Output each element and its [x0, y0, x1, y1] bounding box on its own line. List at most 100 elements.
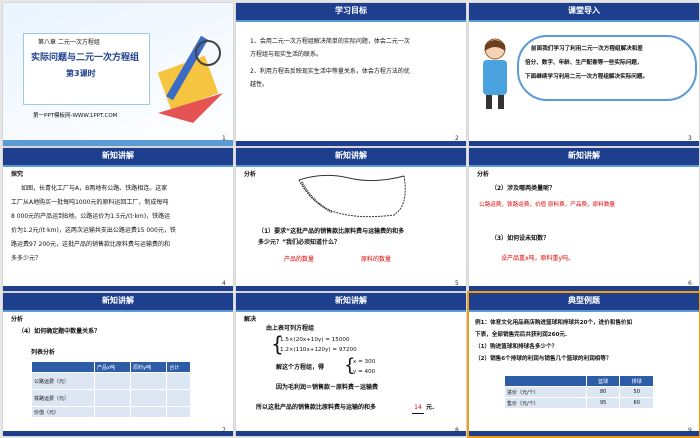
goal-1-line-2: 方程组与现实生活的联系。	[250, 51, 323, 58]
problem-line-2: 工厂从A地购买一批每吨1000元的原料运回工厂，制成每吨	[11, 199, 169, 206]
chapter-label: 第八章 二元一次方程组	[38, 39, 100, 46]
slide-1-thumbnail[interactable]: 第八章 二元一次方程组 实际问题与二元一次方程组 第3课时 第一PPT模板网-W…	[3, 3, 233, 146]
slide-4-thumbnail[interactable]: 新知讲解 探究 如图，长青化工厂与A，B两地有公路、铁路相连。这家 工厂从A地购…	[3, 148, 233, 291]
header-title: 新知讲解	[335, 296, 367, 305]
price-table: 篮球 排球 进价（元/个） 80 50 售价（元/个） 95 60	[504, 375, 654, 409]
slide-subtitle: 第3课时	[66, 69, 96, 78]
slide-header: 课堂导入	[469, 3, 699, 22]
question-line-2: 多少元？”我们必须知道什么？	[258, 239, 340, 246]
header-title: 新知讲解	[335, 151, 367, 160]
table-cell: 80	[585, 386, 621, 398]
profit-formula: 因为毛利润＝销售款－原料费－运输费	[276, 384, 379, 391]
answer-material-quantity: 原料的数量	[361, 256, 392, 263]
site-label: 第一PPT模板网-WWW.1PPT.COM	[33, 113, 118, 119]
section-label: 分析	[477, 171, 490, 178]
section-label: 分析	[244, 171, 257, 178]
example-question-1: （1）购进篮球和排球各多少个？	[475, 344, 558, 350]
section-label: 分析	[11, 316, 24, 323]
header-title: 新知讲解	[568, 151, 600, 160]
table-header-cell	[504, 375, 587, 387]
table-cell: 50	[619, 386, 654, 398]
header-title: 课堂导入	[568, 6, 600, 15]
slide-footer	[236, 141, 466, 146]
table-row-label: 进价（元/个）	[504, 386, 587, 398]
table-header-cell: 原料y吨	[130, 361, 168, 373]
table-header-cell	[31, 361, 95, 373]
slide-footer	[3, 286, 233, 291]
slide-footer	[469, 431, 699, 436]
table-label: 列表分析	[31, 349, 56, 356]
slide-8-thumbnail[interactable]: 新知讲解 解决 由上表可列方程组 { 1.5×(20x+10y) = 15000…	[236, 293, 466, 436]
header-title: 学习目标	[335, 6, 367, 15]
slide-header: 典型例题	[469, 293, 699, 312]
table-header-cell: 篮球	[585, 375, 621, 387]
slide-header: 新知讲解	[236, 293, 466, 312]
answer-product-quantity: 产品的数量	[284, 256, 315, 263]
example-line-2: 下表，全部销售完后共获利润260元.	[475, 332, 568, 338]
header-title: 新知讲解	[102, 151, 134, 160]
slide-9-number: 9	[688, 427, 692, 434]
goal-2-line-2: 越性。	[250, 81, 269, 88]
slide-5-number: 5	[455, 280, 459, 287]
slide-7-number: 7	[222, 427, 226, 434]
slide-1-footer	[3, 140, 233, 146]
equation-2: 1.2×(110x+120y) = 97200	[280, 347, 357, 353]
slide-7-thumbnail[interactable]: 新知讲解 分析 （4）如何确定题中数量关系？ 列表分析 产品x吨 原料y吨 合计 公…	[3, 293, 233, 436]
header-title: 新知讲解	[102, 296, 134, 305]
slide-header: 新知讲解	[3, 148, 233, 167]
slide-header: 学习目标	[236, 3, 466, 22]
slide-header: 新知讲解	[469, 148, 699, 167]
question-4: （4）如何确定题中数量关系？	[18, 328, 101, 335]
slide-9-thumbnail[interactable]: 典型例题 例1：体育文化用品商店购进篮球和排球共20个，进价和售价如 下表，全部…	[469, 293, 699, 436]
slide-header: 新知讲解	[3, 293, 233, 312]
question-2: （2）涉及哪两类量呢？	[491, 185, 556, 192]
slide-2-thumbnail[interactable]: 学习目标 1、会用二元一次方程组解决简单的实际问题，体会二元一次 方程组与现实生…	[236, 3, 466, 146]
slide-footer	[236, 431, 466, 436]
example-question-2: （2）销售6个排球的利润与销售几个篮球的利润相等？	[475, 356, 612, 362]
conclusion-text: 所以这批产品的销售款比原料费与运输的和多	[256, 404, 377, 411]
route-map-diagram	[298, 174, 406, 218]
problem-line-1: 如图，长青化工厂与A，B两地有公路、铁路相连。这家	[21, 185, 168, 192]
slide-3-thumbnail[interactable]: 课堂导入 前面我们学习了利用二元一次方程组解决和差 倍分、数字、年龄、生产配套等…	[469, 3, 699, 146]
solution-y: y = 400	[353, 369, 376, 375]
solution-x: x = 300	[353, 359, 376, 365]
answer-2: 公路运费，铁路运费，价值 原料费，产品费，原料数量	[479, 202, 616, 208]
goal-1-line-1: 1、会用二元一次方程组解决简单的实际问题，体会二元一次	[250, 38, 410, 45]
slide-6-thumbnail[interactable]: 新知讲解 分析 （2）涉及哪两类量呢？ 公路运费，铁路运费，价值 原料费，产品费…	[469, 148, 699, 291]
slide-footer	[469, 141, 699, 146]
slide-3-number: 3	[688, 135, 692, 142]
intro-line-3: 下面继续学习利用二元一次方程组解决实际问题。	[525, 74, 649, 80]
teacher-illustration	[483, 38, 507, 109]
problem-line-5: 路运费97 200元，这批产品的销售款比原料费与运输费的和	[11, 241, 170, 248]
slide-footer	[469, 286, 699, 291]
table-cell: 95	[585, 397, 621, 409]
answer-3: 设产品重x吨，原料重y吨。	[501, 255, 575, 262]
table-row-label: 价值（元）	[31, 406, 95, 418]
problem-line-4: 价为1.2元/(t·km)，这两次运输共支出公路运费15 000元，铁	[11, 227, 176, 234]
slide-5-thumbnail[interactable]: 新知讲解 分析 （1）要求“这批产品的销售款比原料费与运输费的和多 多少元？”我…	[236, 148, 466, 291]
question-line-1: （1）要求“这批产品的销售款比原料费与运输费的和多	[258, 228, 405, 235]
table-header-cell: 排球	[619, 375, 654, 387]
table-row-label: 售价（元/个）	[504, 397, 587, 409]
slide-title: 实际问题与二元一次方程组	[31, 53, 140, 63]
stationery-illustration	[157, 35, 223, 123]
answer-value: 14	[412, 403, 424, 414]
answer-unit: 元.	[426, 404, 435, 411]
table-header-cell: 合计	[166, 361, 191, 373]
table-header-cell: 产品x吨	[93, 361, 132, 373]
intro-line-2: 倍分、数字、年龄、生产配套等一些实际问题，	[525, 60, 643, 66]
example-line-1: 例1：体育文化用品商店购进篮球和排球共20个，进价和售价如	[475, 320, 633, 326]
table-row-label: 铁路运费（元）	[31, 389, 95, 407]
slide-footer	[236, 286, 466, 291]
goal-2-line-1: 2、利用方程去反映现实生活中等量关系，体会方程方法的优	[250, 68, 410, 75]
question-3: （3）如何设未知数？	[491, 235, 550, 242]
slide-footer	[3, 431, 233, 436]
section-label: 探究	[11, 171, 24, 178]
slide-header: 新知讲解	[236, 148, 466, 167]
table-row-label: 公路运费（元）	[31, 372, 95, 390]
analysis-table: 产品x吨 原料y吨 合计 公路运费（元） 铁路运费（元） 价值（元）	[31, 361, 191, 418]
slide-2-number: 2	[455, 135, 459, 142]
solve-label: 解这个方程组，得	[276, 364, 325, 371]
slide-8-number: 8	[455, 427, 459, 434]
table-cell: 60	[619, 397, 654, 409]
